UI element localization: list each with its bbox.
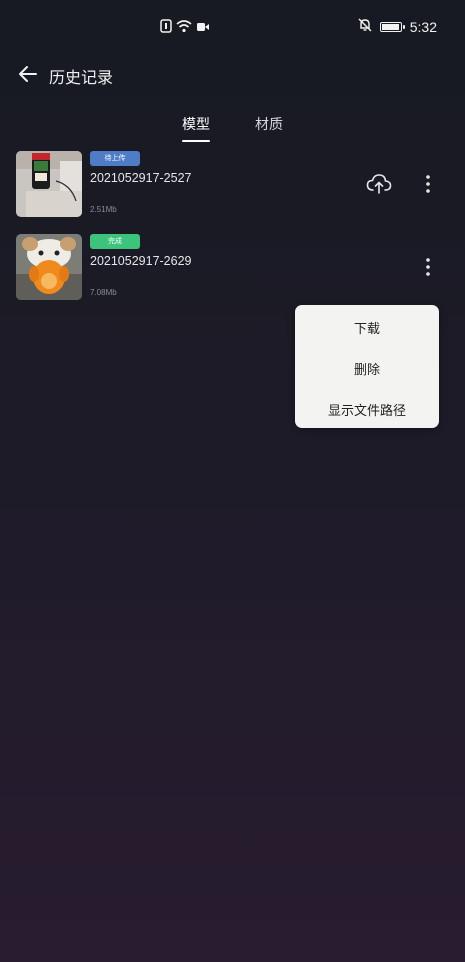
video-icon xyxy=(196,18,210,37)
item-size: 2.51Mb xyxy=(90,205,117,214)
tab-active-indicator xyxy=(182,140,210,142)
menu-item-show-path[interactable]: 显示文件路径 xyxy=(295,400,439,419)
app-bar: 历史记录 xyxy=(0,58,465,90)
back-arrow-icon xyxy=(19,66,37,82)
more-icon xyxy=(426,175,430,193)
tab-material[interactable]: 材质 xyxy=(255,114,283,134)
model-thumbnail xyxy=(16,151,82,217)
list-item[interactable]: 待上传 2021052917-2527 2.51Mb xyxy=(0,151,465,221)
menu-item-download[interactable]: 下载 xyxy=(295,318,439,337)
status-time: 5:32 xyxy=(409,18,437,35)
item-name: 2021052917-2629 xyxy=(90,254,192,268)
upload-button[interactable] xyxy=(366,173,392,195)
wifi-icon xyxy=(176,18,192,37)
item-name: 2021052917-2527 xyxy=(90,171,192,185)
item-size: 7.08Mb xyxy=(90,288,117,297)
tab-model[interactable]: 模型 xyxy=(182,114,210,134)
menu-item-delete[interactable]: 删除 xyxy=(295,359,439,378)
nfc-icon xyxy=(160,18,172,37)
battery-icon xyxy=(379,21,405,32)
status-icons-right: 5:32 xyxy=(358,18,437,35)
model-thumbnail xyxy=(16,234,82,300)
context-menu: 下载 删除 显示文件路径 xyxy=(295,305,439,428)
upload-icon xyxy=(366,174,392,194)
status-badge: 待上传 xyxy=(90,151,140,166)
back-button[interactable] xyxy=(16,62,40,86)
status-icons-center xyxy=(160,18,210,37)
tab-bar: 模型 材质 xyxy=(0,114,465,144)
status-bar: 5:32 xyxy=(0,0,465,54)
more-button[interactable] xyxy=(419,256,437,278)
mute-bell-icon xyxy=(358,18,372,35)
more-button[interactable] xyxy=(419,173,437,195)
list-item[interactable]: 完成 2021052917-2629 7.08Mb xyxy=(0,234,465,304)
more-icon xyxy=(426,258,430,276)
page-title: 历史记录 xyxy=(49,68,114,87)
status-badge: 完成 xyxy=(90,234,140,249)
